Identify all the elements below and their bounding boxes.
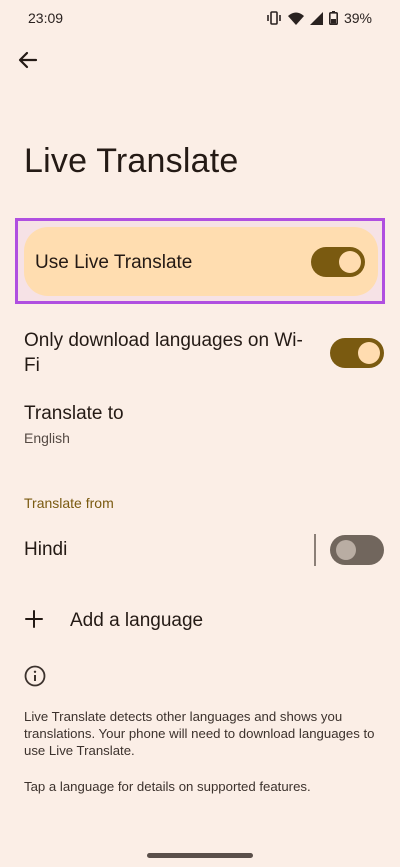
language-row-hindi[interactable]: Hindi bbox=[24, 537, 304, 562]
translate-from-header: Translate from bbox=[24, 495, 114, 511]
vibrate-icon bbox=[266, 11, 282, 25]
wifi-only-title: Only download languages on Wi-Fi bbox=[24, 330, 303, 376]
info-icon bbox=[24, 665, 46, 692]
add-language-label: Add a language bbox=[70, 610, 204, 631]
switch-knob bbox=[358, 342, 380, 364]
switch-knob bbox=[336, 540, 356, 560]
language-name: Hindi bbox=[24, 539, 68, 560]
translate-to-value: English bbox=[24, 430, 70, 446]
use-live-translate-label: Use Live Translate bbox=[35, 252, 193, 273]
navigation-handle[interactable] bbox=[147, 853, 253, 858]
status-bar: 23:09 39% bbox=[0, 0, 400, 36]
use-live-translate-card[interactable]: Use Live Translate bbox=[24, 227, 378, 296]
info-tip: Tap a language for details on supported … bbox=[24, 779, 311, 794]
battery-percent: 39% bbox=[343, 10, 372, 26]
back-button[interactable] bbox=[14, 48, 42, 76]
wifi-only-switch[interactable] bbox=[330, 338, 384, 368]
plus-icon bbox=[24, 609, 44, 634]
switch-knob bbox=[339, 251, 361, 273]
status-icons: 39% bbox=[266, 10, 372, 26]
signal-icon bbox=[309, 11, 323, 25]
wifi-only-row[interactable]: Only download languages on Wi-Fi bbox=[24, 328, 304, 378]
status-time: 23:09 bbox=[28, 10, 64, 26]
battery-icon bbox=[328, 11, 338, 25]
divider bbox=[314, 534, 316, 566]
wifi-icon bbox=[287, 12, 304, 25]
translate-to-row[interactable]: Translate to English bbox=[24, 401, 364, 446]
page-title: Live Translate bbox=[24, 142, 239, 180]
add-language-button[interactable]: Add a language bbox=[24, 605, 203, 637]
back-arrow-icon bbox=[18, 50, 38, 75]
info-description: Live Translate detects other languages a… bbox=[24, 709, 375, 758]
translate-to-title: Translate to bbox=[24, 403, 124, 424]
use-live-translate-switch[interactable] bbox=[311, 247, 365, 277]
hindi-switch[interactable] bbox=[330, 535, 384, 565]
